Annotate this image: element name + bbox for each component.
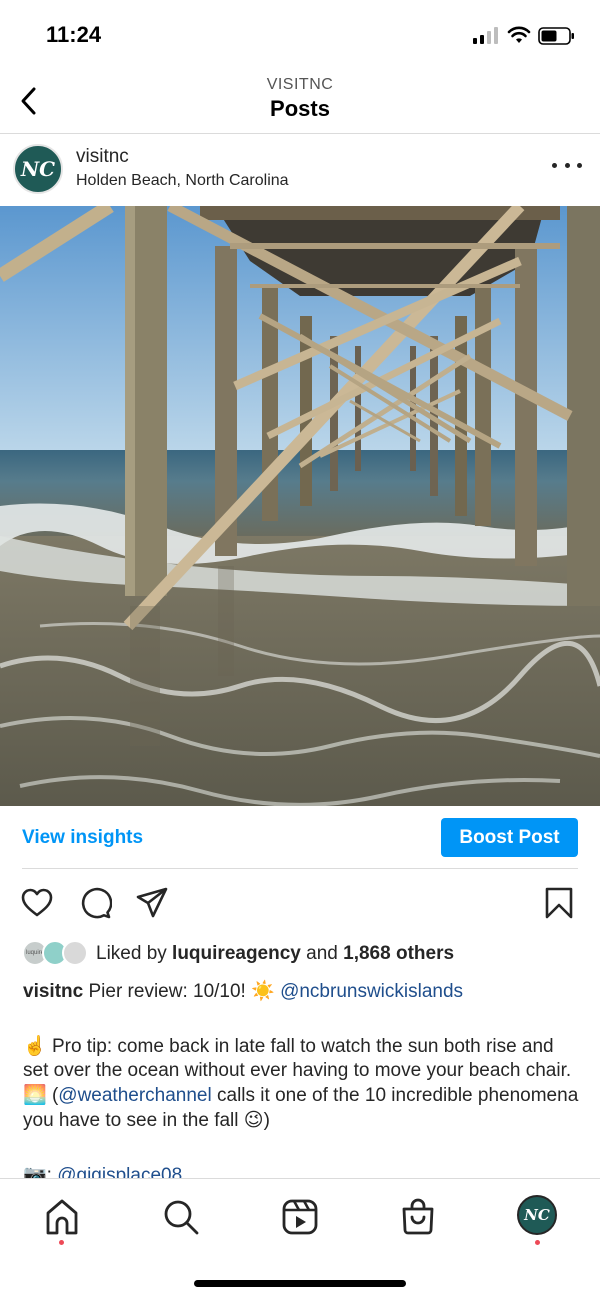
profile-avatar[interactable]: NC bbox=[517, 1195, 557, 1235]
pier-illustration bbox=[0, 206, 600, 806]
account-name-label: VISITNC bbox=[266, 76, 334, 93]
wink-emoji: 😉 bbox=[243, 1109, 264, 1131]
insights-row: View insights Boost Post bbox=[0, 806, 600, 870]
send-icon[interactable] bbox=[135, 886, 169, 920]
mention-link[interactable]: @weatherchannel bbox=[58, 1085, 211, 1106]
post-caption: visitnc Pier review: 10/10! ☀️ @ncbrunsw… bbox=[23, 980, 579, 1186]
caption-username[interactable]: visitnc bbox=[23, 981, 83, 1002]
wifi-icon bbox=[507, 26, 531, 43]
view-insights-link[interactable]: View insights bbox=[22, 827, 143, 849]
action-bar bbox=[0, 880, 600, 930]
bookmark-icon[interactable] bbox=[542, 886, 576, 920]
liked-by-user[interactable]: luquireagency bbox=[172, 943, 301, 964]
top-header: VISITNC Posts bbox=[0, 70, 600, 134]
pointing-emoji: ☝️ bbox=[23, 1035, 47, 1057]
divider bbox=[22, 868, 578, 869]
home-indicator bbox=[194, 1280, 406, 1287]
avatar[interactable]: NC bbox=[13, 144, 63, 194]
liker-avatar bbox=[62, 940, 88, 966]
sun-emoji: ☀️ bbox=[251, 980, 275, 1002]
shop-icon[interactable] bbox=[398, 1197, 438, 1237]
liker-avatars: luquire bbox=[22, 940, 92, 968]
home-icon[interactable] bbox=[42, 1197, 82, 1237]
post-header: NC visitnc Holden Beach, North Carolina bbox=[0, 134, 600, 206]
search-icon[interactable] bbox=[161, 1197, 201, 1237]
page-title: Posts bbox=[270, 96, 330, 121]
battery-icon bbox=[538, 27, 574, 45]
heart-icon[interactable] bbox=[20, 886, 54, 920]
reels-icon[interactable] bbox=[280, 1197, 320, 1237]
mention-link[interactable]: @ncbrunswickislands bbox=[280, 981, 463, 1002]
likes-row[interactable]: luquire Liked by luquireagency and 1,868… bbox=[22, 940, 582, 968]
likes-text: Liked by luquireagency and 1,868 others bbox=[96, 943, 455, 964]
boost-post-button[interactable]: Boost Post bbox=[441, 818, 578, 857]
likes-count[interactable]: 1,868 others bbox=[343, 943, 454, 964]
status-time: 11:24 bbox=[46, 22, 102, 47]
ellipsis-icon[interactable] bbox=[552, 158, 582, 172]
home-notification-dot bbox=[59, 1240, 64, 1245]
post-location[interactable]: Holden Beach, North Carolina bbox=[76, 172, 289, 190]
cellular-signal-icon bbox=[473, 27, 499, 44]
comment-icon[interactable] bbox=[78, 886, 112, 920]
post-username[interactable]: visitnc bbox=[76, 146, 129, 168]
pier-photo[interactable] bbox=[0, 206, 600, 806]
profile-notification-dot bbox=[535, 1240, 540, 1245]
sunrise-emoji: 🌅 bbox=[23, 1084, 47, 1106]
status-bar: 11:24 bbox=[0, 0, 600, 70]
